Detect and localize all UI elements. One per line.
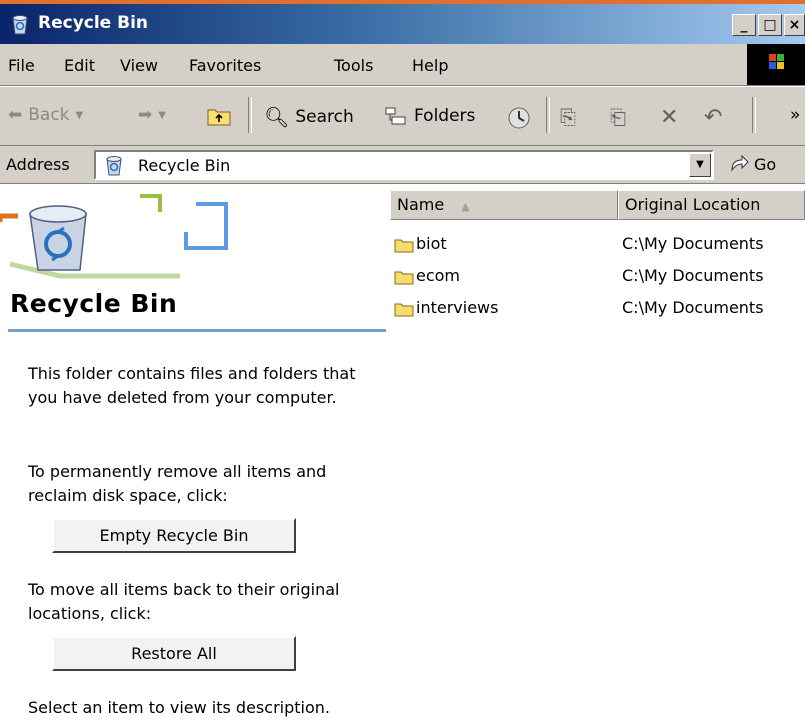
list-item[interactable]: ecom C:\My Documents bbox=[390, 262, 805, 292]
folders-button[interactable]: Folders bbox=[384, 105, 475, 127]
go-arrow-icon bbox=[731, 154, 749, 172]
item-location: C:\My Documents bbox=[622, 234, 764, 253]
menu-help[interactable]: Help bbox=[412, 56, 448, 75]
go-button[interactable]: Go bbox=[728, 154, 776, 174]
address-dropdown-button[interactable]: ▼ bbox=[689, 153, 711, 177]
move-to-icon: ⎘ bbox=[560, 105, 576, 129]
column-header-name[interactable]: Name ▲ bbox=[390, 190, 618, 220]
search-icon: 🔍︎ bbox=[264, 105, 290, 129]
title-bar[interactable]: Recycle Bin _ □ × bbox=[0, 4, 805, 44]
back-label: Back bbox=[28, 105, 70, 125]
search-label: Search bbox=[295, 107, 354, 127]
close-button[interactable]: × bbox=[784, 14, 805, 36]
item-name: biot bbox=[416, 234, 447, 253]
up-folder-icon bbox=[207, 109, 231, 126]
menu-edit[interactable]: Edit bbox=[64, 56, 95, 75]
forward-button[interactable]: ➡ ▼ bbox=[138, 105, 166, 125]
toolbar-separator bbox=[248, 97, 252, 133]
toolbar-separator bbox=[546, 97, 550, 133]
pane-title: Recycle Bin bbox=[10, 289, 178, 318]
copy-to-button[interactable]: ⎗ bbox=[610, 105, 626, 129]
folder-icon bbox=[394, 271, 414, 285]
copy-to-icon: ⎗ bbox=[610, 105, 626, 129]
toolbar-separator bbox=[752, 97, 756, 133]
address-label: Address bbox=[6, 155, 70, 174]
maximize-button[interactable]: □ bbox=[758, 14, 782, 36]
address-value: Recycle Bin bbox=[138, 156, 231, 175]
list-item[interactable]: interviews C:\My Documents bbox=[390, 294, 805, 324]
delete-icon: ✕ bbox=[660, 105, 679, 130]
forward-arrow-icon: ➡ bbox=[138, 105, 153, 125]
menu-bar: File Edit View Favorites Tools Help bbox=[0, 44, 805, 86]
list-item[interactable]: biot C:\My Documents bbox=[390, 230, 805, 260]
folders-icon bbox=[385, 107, 406, 125]
dropdown-arrow-icon: ▼ bbox=[75, 109, 84, 121]
folders-label: Folders bbox=[414, 106, 476, 126]
search-button[interactable]: 🔍︎ Search bbox=[264, 105, 354, 129]
dropdown-arrow-icon: ▼ bbox=[158, 109, 166, 121]
hint-text: Select an item to view its description. bbox=[28, 698, 330, 717]
move-to-button[interactable]: ⎘ bbox=[560, 105, 576, 129]
item-location: C:\My Documents bbox=[622, 298, 764, 317]
intro-text: This folder contains files and folders t… bbox=[28, 364, 356, 407]
undo-button[interactable]: ↶ bbox=[704, 105, 722, 130]
back-arrow-icon: ⬅ bbox=[8, 105, 23, 125]
title-underline bbox=[8, 329, 386, 332]
item-name: interviews bbox=[416, 298, 499, 317]
folder-icon bbox=[394, 303, 414, 317]
recycle-bin-banner-graphic bbox=[0, 194, 228, 279]
recycle-bin-icon bbox=[106, 156, 122, 176]
empty-recycle-bin-button[interactable]: Empty Recycle Bin bbox=[52, 518, 296, 553]
recycle-bin-icon bbox=[12, 15, 28, 35]
item-location: C:\My Documents bbox=[622, 266, 764, 285]
web-view-pane: Recycle Bin This folder contains files a… bbox=[0, 184, 388, 722]
delete-button[interactable]: ✕ bbox=[660, 105, 678, 130]
chevron-down-icon: ▼ bbox=[696, 159, 704, 170]
address-bar: Address Recycle Bin ▼ Go bbox=[0, 146, 805, 184]
folder-icon bbox=[394, 239, 414, 253]
sort-ascending-icon: ▲ bbox=[461, 200, 470, 213]
empty-prompt-text: To permanently remove all items and recl… bbox=[28, 462, 327, 505]
history-icon bbox=[508, 107, 530, 129]
column-header-name-label: Name bbox=[397, 195, 445, 214]
up-folder-button[interactable] bbox=[206, 105, 232, 127]
file-list-view: Name ▲ Original Location biot C:\My Docu… bbox=[390, 190, 805, 722]
history-button[interactable] bbox=[506, 105, 532, 131]
menu-favorites[interactable]: Favorites bbox=[189, 56, 261, 75]
column-header-original-location[interactable]: Original Location bbox=[618, 190, 805, 220]
windows-logo-icon bbox=[747, 44, 805, 85]
minimize-button[interactable]: _ bbox=[732, 14, 756, 36]
item-name: ecom bbox=[416, 266, 461, 285]
menu-view[interactable]: View bbox=[120, 56, 158, 75]
window-title: Recycle Bin bbox=[38, 13, 149, 33]
toolbar: ⬅ Back ▼ ➡ ▼ 🔍︎ Search Folders ⎘ ⎗ ✕ ↶ » bbox=[0, 86, 805, 146]
restore-all-button[interactable]: Restore All bbox=[52, 636, 296, 671]
go-label: Go bbox=[754, 154, 777, 174]
menu-file[interactable]: File bbox=[8, 56, 35, 75]
undo-icon: ↶ bbox=[704, 105, 723, 130]
toolbar-overflow-button[interactable]: » bbox=[790, 105, 800, 125]
back-button[interactable]: ⬅ Back ▼ bbox=[8, 105, 83, 125]
restore-prompt-text: To move all items back to their original… bbox=[28, 580, 340, 623]
menu-tools[interactable]: Tools bbox=[334, 56, 373, 75]
address-input[interactable]: Recycle Bin ▼ bbox=[94, 150, 714, 180]
